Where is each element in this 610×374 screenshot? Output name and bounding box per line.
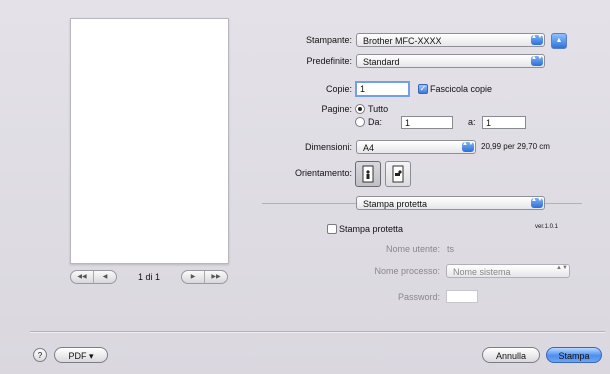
page-indicator: 1 di 1 xyxy=(138,272,161,282)
pages-all-radio[interactable] xyxy=(355,104,365,114)
presets-label: Predefinite: xyxy=(306,56,352,66)
first-page-button[interactable]: ◀◀ xyxy=(71,271,94,283)
last-page-button[interactable]: ▶▶ xyxy=(205,271,227,283)
collate-checkbox[interactable]: ✓ xyxy=(418,84,428,94)
paper-dimensions: 20,99 per 29,70 cm xyxy=(481,142,550,151)
printer-select[interactable]: Brother MFC-XXXX ▲▼ xyxy=(356,33,545,47)
print-button[interactable]: Stampa xyxy=(546,347,602,363)
orientation-landscape-button[interactable] xyxy=(385,161,411,187)
pages-range-radio[interactable] xyxy=(355,117,365,127)
disclosure-triangle-icon: ▲ xyxy=(555,37,563,44)
orientation-portrait-button[interactable] xyxy=(355,161,381,187)
next-page-button[interactable]: ▶ xyxy=(182,271,205,283)
orientation-label: Orientamento: xyxy=(294,168,352,178)
secure-print-label: Stampa protetta xyxy=(339,224,404,234)
paper-size-value: A4 xyxy=(363,143,375,153)
panel-value: Stampa protetta xyxy=(363,199,428,209)
pages-from-input[interactable]: 1 xyxy=(401,116,453,129)
paper-size-select[interactable]: A4 ▲▼ xyxy=(356,140,476,154)
pager-left: ◀◀ ◀ xyxy=(70,270,117,284)
password-label: Password: xyxy=(397,292,440,302)
username-value: ts xyxy=(447,244,455,254)
paper-size-label: Dimensioni: xyxy=(304,142,352,152)
copies-label: Copie: xyxy=(325,84,352,94)
password-input[interactable] xyxy=(446,290,478,303)
job-name-value: Nome sistema xyxy=(453,267,511,277)
pager-right: ▶ ▶▶ xyxy=(181,270,228,284)
presets-select[interactable]: Standard ▲▼ xyxy=(356,54,545,68)
panel-select[interactable]: Stampa protetta ▲▼ xyxy=(356,196,545,210)
help-button[interactable]: ? xyxy=(33,348,47,362)
pdf-button[interactable]: PDF ▾ xyxy=(54,347,108,363)
pages-to-label: a: xyxy=(468,117,476,127)
landscape-icon xyxy=(392,165,404,183)
print-dialog: ◀◀ ◀ 1 di 1 ▶ ▶▶ Stampante: Brother MFC-… xyxy=(0,0,610,374)
presets-value: Standard xyxy=(363,57,400,67)
cancel-button[interactable]: Annulla xyxy=(482,347,540,363)
footer-divider-highlight xyxy=(30,332,605,333)
job-name-label: Nome processo: xyxy=(374,266,440,276)
pages-to-input[interactable]: 1 xyxy=(482,116,526,129)
pages-from-label: Da: xyxy=(368,117,383,127)
popup-arrows-icon: ▲▼ xyxy=(462,141,474,152)
pages-label: Pagine: xyxy=(321,104,352,114)
checkmark-icon: ✓ xyxy=(419,84,427,93)
copies-input[interactable]: 1 xyxy=(355,81,410,97)
pages-all-label: Tutto xyxy=(368,104,389,114)
printer-value: Brother MFC-XXXX xyxy=(363,36,442,46)
collate-label: Fascicola copie xyxy=(430,84,493,94)
pager-forward-group: ▶ ▶▶ xyxy=(181,270,228,284)
printer-label: Stampante: xyxy=(305,35,352,45)
popup-arrows-icon: ▲▼ xyxy=(531,34,543,45)
prev-page-button[interactable]: ◀ xyxy=(94,271,116,283)
username-label: Nome utente: xyxy=(385,244,440,254)
version-label: ver.1.0.1 xyxy=(535,224,559,230)
job-name-select[interactable]: Nome sistema ▲▼ xyxy=(446,264,570,278)
portrait-icon xyxy=(362,165,374,183)
popup-arrows-icon: ▲▼ xyxy=(531,197,543,208)
page-preview xyxy=(70,18,229,264)
popup-arrows-icon: ▲▼ xyxy=(556,265,568,271)
popup-arrows-icon: ▲▼ xyxy=(531,55,543,66)
secure-print-checkbox[interactable] xyxy=(327,224,337,234)
pager-back-group: ◀◀ ◀ xyxy=(70,270,117,284)
disclosure-button[interactable]: ▲ xyxy=(551,33,567,49)
